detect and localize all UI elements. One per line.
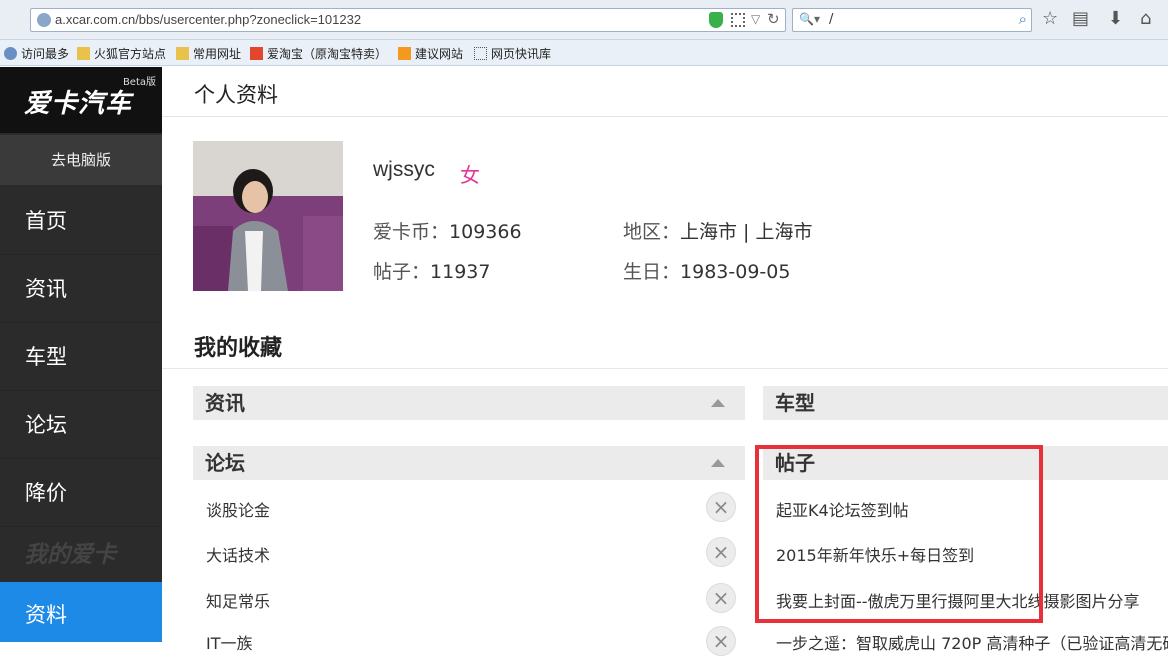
page-title: 个人资料	[194, 83, 278, 107]
sidebar-item-models[interactable]: 车型	[0, 323, 162, 391]
dotted-box-icon	[474, 47, 487, 60]
models-category-header[interactable]: 车型	[763, 386, 1168, 420]
category-label: 车型	[775, 391, 815, 415]
posts-value: 11937	[430, 261, 491, 283]
remove-icon[interactable]: ×	[706, 492, 736, 522]
region-info: 地区：上海市 | 上海市	[623, 217, 813, 244]
sidebar-item-profile[interactable]: 资料	[0, 582, 162, 642]
post-item[interactable]: 一步之遥：智取威虎山 720P 高清种子（已验证高清无码）	[776, 630, 1168, 654]
bookmark-item[interactable]: 访问最多	[4, 45, 69, 62]
bookmark-list-icon[interactable]: ▤	[1072, 8, 1089, 29]
bookmark-item[interactable]: 爱淘宝（原淘宝特卖）	[250, 45, 387, 62]
region-value: 上海市 | 上海市	[680, 221, 813, 243]
bookmark-label: 网页快讯库	[491, 47, 552, 61]
favorites-title: 我的收藏	[194, 336, 283, 361]
sidebar-item-home[interactable]: 首页	[0, 187, 162, 255]
bookmark-label: 建议网站	[415, 47, 464, 61]
globe-icon	[37, 13, 51, 27]
bookmark-item[interactable]: 网页快讯库	[474, 45, 551, 62]
search-input[interactable]: 🔍▾ / ⌕	[792, 8, 1032, 32]
collapse-icon[interactable]	[711, 459, 725, 467]
forum-category-header[interactable]: 论坛	[193, 446, 745, 480]
bookmark-item[interactable]: 常用网址	[176, 45, 241, 62]
news-category-header[interactable]: 资讯	[193, 386, 745, 420]
remove-icon[interactable]: ×	[706, 626, 736, 656]
collapse-icon[interactable]	[711, 399, 725, 407]
sidebar-item-price-drop[interactable]: 降价	[0, 459, 162, 527]
forum-item[interactable]: IT一族	[206, 630, 253, 654]
forum-item[interactable]: 谈股论金	[206, 497, 270, 521]
reload-icon[interactable]: ↻	[767, 10, 780, 28]
birthday-value: 1983-09-05	[680, 261, 791, 283]
folder-icon	[77, 47, 90, 60]
coins-info: 爱卡币：109366	[373, 217, 522, 244]
bookmark-item[interactable]: 火狐官方站点	[77, 45, 166, 62]
home-icon[interactable]: ⌂	[1140, 8, 1151, 29]
url-text: a.xcar.com.cn/bbs/usercenter.php?zonecli…	[55, 12, 362, 27]
bookmark-label: 火狐官方站点	[94, 47, 167, 61]
chevron-down-icon[interactable]: ▽	[751, 12, 760, 26]
logo-text: 爱卡汽车	[24, 89, 133, 119]
posts-info: 帖子：11937	[373, 257, 490, 284]
highlight-box	[755, 445, 1043, 623]
bookmark-label: 爱淘宝（原淘宝特卖）	[267, 47, 388, 61]
desktop-version-link[interactable]: 去电脑版	[0, 135, 162, 185]
coins-value: 109366	[449, 221, 522, 243]
sidebar-item-forum[interactable]: 论坛	[0, 391, 162, 459]
bookmark-label: 常用网址	[193, 47, 242, 61]
orange-icon	[398, 47, 411, 60]
qr-code-icon[interactable]	[731, 13, 745, 27]
avatar	[193, 141, 343, 291]
logo[interactable]: 爱卡汽车 Beta版	[0, 67, 162, 133]
remove-icon[interactable]: ×	[706, 537, 736, 567]
folder-icon	[176, 47, 189, 60]
divider	[162, 368, 1168, 369]
avatar-photo	[193, 141, 343, 291]
download-icon[interactable]: ⬇	[1108, 8, 1123, 29]
address-bar[interactable]: a.xcar.com.cn/bbs/usercenter.php?zonecli…	[30, 8, 786, 32]
posts-label: 帖子：	[373, 261, 431, 283]
beta-badge: Beta版	[122, 77, 156, 88]
search-icon[interactable]: ⌕	[1019, 10, 1027, 28]
gender: 女	[460, 163, 480, 187]
sidebar: 爱卡汽车 Beta版 去电脑版 首页 资讯 车型 论坛 降价 我的爱卡 资料	[0, 67, 162, 642]
category-label: 论坛	[205, 451, 245, 475]
search-engine-icon[interactable]: 🔍▾	[799, 12, 820, 26]
search-value: /	[829, 12, 834, 27]
sidebar-item-news[interactable]: 资讯	[0, 255, 162, 323]
bookmark-item[interactable]: 建议网站	[398, 45, 463, 62]
taobao-icon	[250, 47, 263, 60]
forum-item[interactable]: 知足常乐	[206, 588, 270, 612]
birthday-info: 生日：1983-09-05	[623, 257, 790, 284]
gear-icon	[4, 47, 17, 60]
my-card-heading: 我的爱卡	[0, 529, 162, 581]
browser-toolbar: a.xcar.com.cn/bbs/usercenter.php?zonecli…	[0, 0, 1168, 40]
divider	[162, 116, 1168, 117]
region-label: 地区：	[623, 221, 681, 243]
birthday-label: 生日：	[623, 261, 681, 283]
remove-icon[interactable]: ×	[706, 583, 736, 613]
forum-item[interactable]: 大话技术	[206, 542, 270, 566]
star-icon[interactable]: ☆	[1042, 8, 1058, 29]
username: wjssyc	[373, 158, 435, 181]
coins-label: 爱卡币：	[373, 221, 450, 243]
shield-icon[interactable]	[709, 12, 723, 28]
bookmark-label: 访问最多	[21, 47, 70, 61]
bookmarks-bar: 访问最多 火狐官方站点 常用网址 爱淘宝（原淘宝特卖） 建议网站 网页快讯库	[0, 40, 1168, 66]
category-label: 资讯	[205, 391, 245, 415]
